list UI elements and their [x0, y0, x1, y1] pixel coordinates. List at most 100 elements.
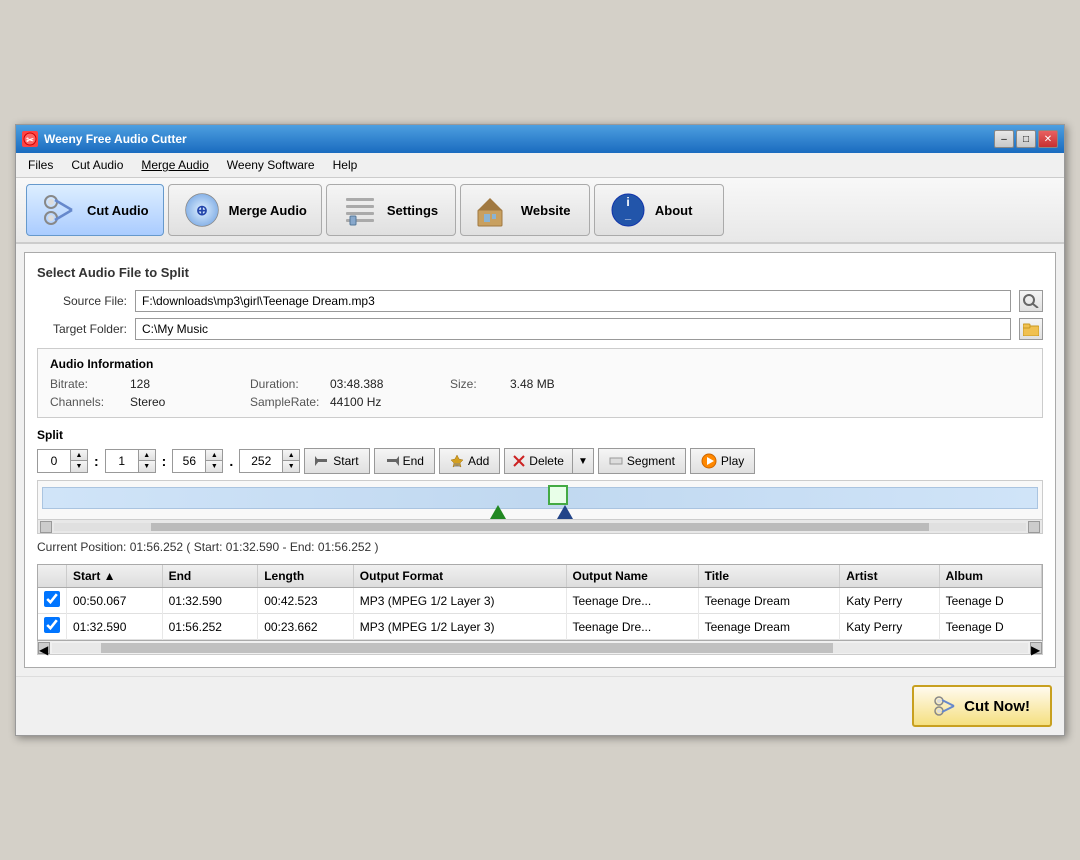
minutes-spinbox[interactable]: ▲ ▼ — [105, 449, 156, 473]
col-start[interactable]: Start ▲ — [67, 565, 163, 588]
menu-files[interactable]: Files — [20, 155, 61, 175]
title-bar-left: ✂ Weeny Free Audio Cutter — [22, 131, 187, 147]
audio-info-grid: Bitrate: 128 Duration: 03:48.388 Size: 3… — [50, 377, 1030, 409]
segment-button[interactable]: Segment — [598, 448, 686, 474]
scroll-right-btn[interactable] — [1028, 521, 1040, 533]
col-title[interactable]: Title — [698, 565, 840, 588]
end-icon — [385, 454, 399, 468]
col-end[interactable]: End — [162, 565, 258, 588]
toolbar: Cut Audio ⊕ Merge Audio — [16, 178, 1064, 244]
source-browse-button[interactable] — [1019, 290, 1043, 312]
row-start: 01:32.590 — [67, 614, 163, 640]
row-length: 00:42.523 — [258, 588, 354, 614]
row-checkbox-cell[interactable] — [38, 588, 67, 614]
end-marker — [557, 505, 573, 519]
menu-help[interactable]: Help — [325, 155, 366, 175]
minutes-up[interactable]: ▲ — [139, 450, 155, 461]
hours-spinbox[interactable]: ▲ ▼ — [37, 449, 88, 473]
source-label: Source File: — [37, 294, 127, 308]
merge-icon: ⊕ — [183, 191, 221, 229]
row-checkbox[interactable] — [44, 617, 60, 633]
scroll-left-btn[interactable] — [40, 521, 52, 533]
toolbar-website[interactable]: Website — [460, 184, 590, 236]
website-icon — [475, 191, 513, 229]
close-button[interactable]: ✕ — [1038, 130, 1058, 148]
timeline-handle[interactable] — [548, 485, 568, 505]
milliseconds-spinbox[interactable]: ▲ ▼ — [239, 449, 300, 473]
start-icon — [315, 454, 329, 468]
target-label: Target Folder: — [37, 322, 127, 336]
audio-info-box: Audio Information Bitrate: 128 Duration:… — [37, 348, 1043, 418]
add-button[interactable]: Add — [439, 448, 500, 474]
table-container[interactable]: Start ▲ End Length Output Format Output … — [37, 564, 1043, 641]
milliseconds-down[interactable]: ▼ — [283, 461, 299, 472]
row-end: 01:56.252 — [162, 614, 258, 640]
minutes-input[interactable] — [106, 452, 138, 470]
col-output-name[interactable]: Output Name — [566, 565, 698, 588]
menu-cut-audio[interactable]: Cut Audio — [63, 155, 131, 175]
channels-label: Channels: — [50, 395, 130, 409]
source-input[interactable] — [135, 290, 1011, 312]
delete-button[interactable]: Delete — [504, 448, 572, 474]
toolbar-settings[interactable]: Settings — [326, 184, 456, 236]
milliseconds-arrows: ▲ ▼ — [282, 450, 299, 472]
toolbar-about[interactable]: i _ About — [594, 184, 724, 236]
hours-up[interactable]: ▲ — [71, 450, 87, 461]
col-length[interactable]: Length — [258, 565, 354, 588]
timeline-scrollbar[interactable] — [38, 519, 1042, 533]
hscroll-left[interactable]: ◀ — [38, 642, 50, 654]
hscroll-right[interactable]: ▶ — [1030, 642, 1042, 654]
duration-value: 03:48.388 — [330, 377, 450, 391]
app-icon: ✂ — [22, 131, 38, 147]
add-label: Add — [468, 454, 489, 468]
row-checkbox-cell[interactable] — [38, 614, 67, 640]
seconds-down[interactable]: ▼ — [206, 461, 222, 472]
start-button[interactable]: Start — [304, 448, 369, 474]
bitrate-label: Bitrate: — [50, 377, 130, 391]
target-input[interactable] — [135, 318, 1011, 340]
col-artist[interactable]: Artist — [840, 565, 939, 588]
delete-dropdown-arrow[interactable]: ▼ — [572, 448, 594, 474]
hours-input[interactable] — [38, 452, 70, 470]
row-length: 00:23.662 — [258, 614, 354, 640]
col-format[interactable]: Output Format — [353, 565, 566, 588]
menu-weeny-software[interactable]: Weeny Software — [219, 155, 323, 175]
colon-1: : — [92, 453, 101, 469]
title-bar-buttons: – □ ✕ — [994, 130, 1058, 148]
svg-text:_: _ — [624, 209, 632, 221]
cut-now-button[interactable]: Cut Now! — [912, 685, 1052, 727]
hours-down[interactable]: ▼ — [71, 461, 87, 472]
seconds-spinbox[interactable]: ▲ ▼ — [172, 449, 223, 473]
maximize-button[interactable]: □ — [1016, 130, 1036, 148]
toolbar-cut-audio[interactable]: Cut Audio — [26, 184, 164, 236]
play-button[interactable]: Play — [690, 448, 755, 474]
table-row: 01:32.590 01:56.252 00:23.662 MP3 (MPEG … — [38, 614, 1042, 640]
col-check — [38, 565, 67, 588]
toolbar-merge-label: Merge Audio — [229, 203, 307, 218]
scroll-thumb — [151, 523, 929, 531]
play-icon — [701, 453, 717, 469]
target-folder-row: Target Folder: — [37, 318, 1043, 340]
toolbar-merge-audio[interactable]: ⊕ Merge Audio — [168, 184, 322, 236]
timeline-area[interactable] — [37, 480, 1043, 534]
row-format: MP3 (MPEG 1/2 Layer 3) — [353, 614, 566, 640]
folder-icon — [1023, 322, 1039, 336]
row-checkbox[interactable] — [44, 591, 60, 607]
scroll-track — [54, 523, 1026, 531]
seconds-up[interactable]: ▲ — [206, 450, 222, 461]
end-button[interactable]: End — [374, 448, 435, 474]
target-browse-button[interactable] — [1019, 318, 1043, 340]
table-hscroll[interactable]: ◀ ▶ — [37, 641, 1043, 655]
seconds-arrows: ▲ ▼ — [205, 450, 222, 472]
minutes-down[interactable]: ▼ — [139, 461, 155, 472]
minimize-button[interactable]: – — [994, 130, 1014, 148]
title-bar: ✂ Weeny Free Audio Cutter – □ ✕ — [16, 125, 1064, 153]
milliseconds-up[interactable]: ▲ — [283, 450, 299, 461]
dot-separator: . — [227, 453, 235, 469]
menu-merge-audio[interactable]: Merge Audio — [133, 155, 216, 175]
milliseconds-input[interactable] — [240, 452, 282, 470]
colon-2: : — [160, 453, 169, 469]
seconds-input[interactable] — [173, 452, 205, 470]
bottom-bar: Cut Now! — [16, 676, 1064, 735]
col-album[interactable]: Album — [939, 565, 1041, 588]
